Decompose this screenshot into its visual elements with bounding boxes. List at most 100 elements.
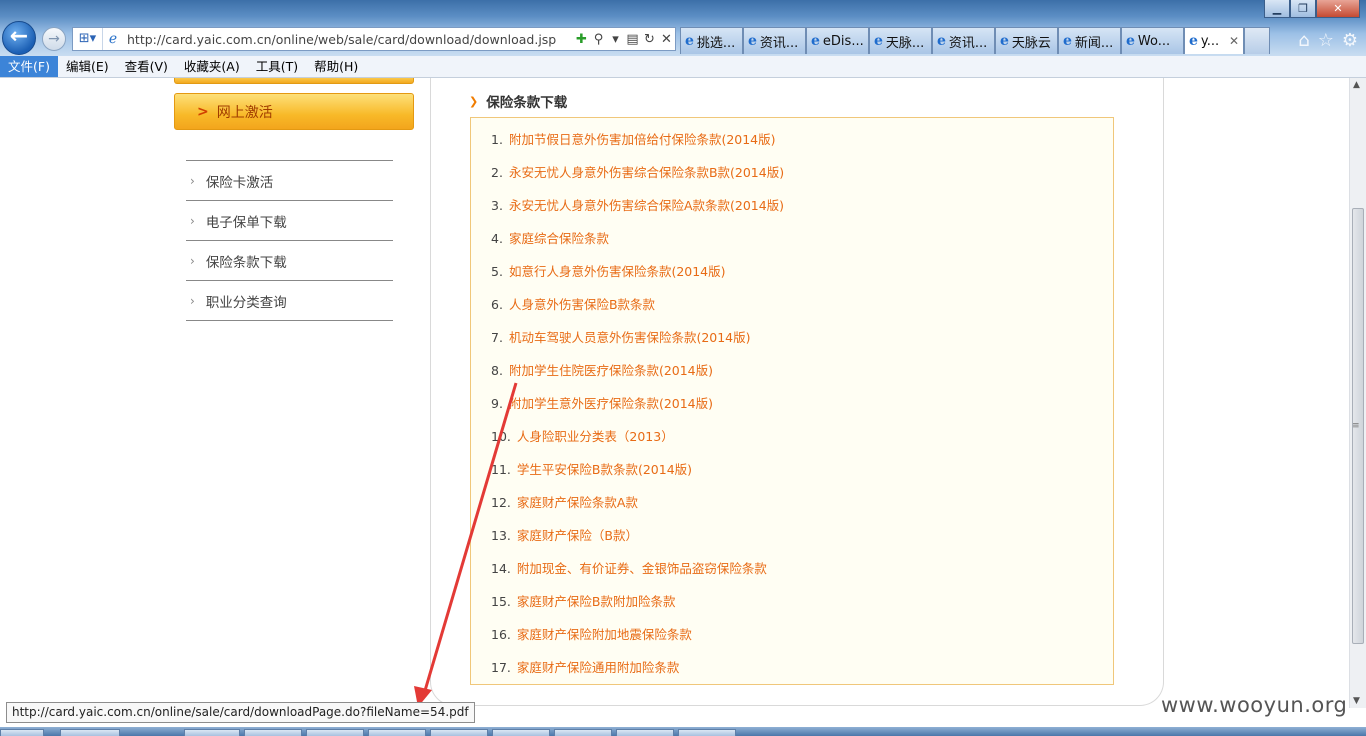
tab-7[interactable]: e Wo...: [1121, 27, 1184, 54]
compatibility-view-icon[interactable]: ⊞▾: [73, 28, 103, 50]
tab-0[interactable]: e 挑选...: [680, 27, 743, 54]
url-text[interactable]: http://card.yaic.com.cn/online/web/sale/…: [123, 32, 573, 47]
scroll-grip-icon: ≡: [1352, 421, 1360, 431]
sidebar-item-occupation-query[interactable]: › 职业分类查询: [186, 281, 393, 321]
doc-number: 15.: [491, 594, 511, 609]
doc-link[interactable]: 人身险职业分类表（2013）: [517, 429, 674, 444]
list-item: 16. 家庭财产保险附加地震保险条款: [491, 624, 692, 643]
close-window-icon[interactable]: ✕: [1316, 0, 1360, 18]
tab-label: eDis...: [822, 33, 864, 49]
stop-icon[interactable]: ✕: [658, 32, 675, 47]
doc-number: 11.: [491, 462, 511, 477]
refresh-icon[interactable]: ↻: [641, 32, 658, 47]
doc-link[interactable]: 附加节假日意外伤害加倍给付保险条款(2014版): [509, 132, 776, 147]
doc-link[interactable]: 家庭财产保险通用附加险条款: [517, 660, 680, 675]
menu-file[interactable]: 文件(F): [0, 56, 58, 77]
tab-5[interactable]: e 天脉云: [995, 27, 1058, 54]
watermark: www.wooyun.org: [1161, 693, 1348, 717]
doc-link[interactable]: 附加学生住院医疗保险条款(2014版): [509, 363, 713, 378]
vertical-scrollbar[interactable]: ▲ ≡ ▼: [1349, 78, 1366, 708]
ie-tab-icon: e: [1189, 33, 1198, 49]
doc-link[interactable]: 家庭财产保险（B款）: [517, 528, 638, 543]
doc-link[interactable]: 机动车驾驶人员意外伤害保险条款(2014版): [509, 330, 751, 345]
taskbar-button[interactable]: [678, 729, 736, 736]
doc-link[interactable]: 永安无忧人身意外伤害综合保险条款B款(2014版): [509, 165, 784, 180]
menu-view[interactable]: 查看(V): [117, 56, 176, 77]
ie-tab-icon: e: [1126, 33, 1135, 49]
taskbar-start-icon[interactable]: [0, 729, 44, 736]
doc-number: 12.: [491, 495, 511, 510]
address-bar[interactable]: ⊞▾ ℯ http://card.yaic.com.cn/online/web/…: [72, 27, 676, 51]
doc-link[interactable]: 学生平安保险B款条款(2014版): [517, 462, 692, 477]
doc-number: 3.: [491, 198, 503, 213]
tab-1[interactable]: e 资讯...: [743, 27, 806, 54]
compat-page-icon[interactable]: ▤: [624, 32, 641, 47]
doc-link[interactable]: 附加学生意外医疗保险条款(2014版): [509, 396, 713, 411]
sidebar-item-clause-download[interactable]: › 保险条款下载: [186, 241, 393, 281]
list-item: 4. 家庭综合保险条款: [491, 228, 609, 247]
star-icon[interactable]: ☆: [1318, 30, 1334, 51]
sidebar-menu: › 保险卡激活 › 电子保单下载 › 保险条款下载 › 职业分类查询: [186, 160, 393, 321]
status-url-tooltip: http://card.yaic.com.cn/online/sale/card…: [6, 702, 475, 723]
back-arrow-icon[interactable]: ←: [2, 21, 36, 55]
sidebar-item-e-policy-download[interactable]: › 电子保单下载: [186, 201, 393, 241]
close-tab-icon[interactable]: ✕: [1229, 34, 1239, 48]
taskbar-button[interactable]: [492, 729, 550, 736]
doc-link[interactable]: 永安无忧人身意外伤害综合保险A款条款(2014版): [509, 198, 784, 213]
doc-number: 17.: [491, 660, 511, 675]
browser-toolbar-icons: ⌂ ☆ ⚙: [1298, 30, 1358, 51]
taskbar-button[interactable]: [368, 729, 426, 736]
doc-link[interactable]: 家庭综合保险条款: [509, 231, 609, 246]
restore-icon[interactable]: ❐: [1290, 0, 1316, 18]
doc-number: 10.: [491, 429, 511, 444]
scroll-up-icon[interactable]: ▲: [1353, 80, 1360, 90]
taskbar: [0, 727, 1366, 736]
tab-8-active[interactable]: e y... ✕: [1184, 27, 1244, 54]
add-on-icon[interactable]: ✚: [573, 32, 590, 47]
doc-link[interactable]: 如意行人身意外伤害保险条款(2014版): [509, 264, 726, 279]
forward-arrow-icon[interactable]: →: [42, 27, 66, 51]
list-item: 2. 永安无忧人身意外伤害综合保险条款B款(2014版): [491, 162, 784, 181]
doc-number: 5.: [491, 264, 503, 279]
menu-bar: 文件(F) 编辑(E) 查看(V) 收藏夹(A) 工具(T) 帮助(H): [0, 56, 1366, 78]
sidebar-active-label: 网上激活: [216, 104, 273, 121]
taskbar-button[interactable]: [244, 729, 302, 736]
doc-link[interactable]: 附加现金、有价证券、金银饰品盗窃保险条款: [517, 561, 767, 576]
search-icon[interactable]: ⚲: [590, 32, 607, 47]
gear-icon[interactable]: ⚙: [1342, 30, 1358, 51]
chevron-right-icon: ›: [190, 173, 195, 188]
sidebar-active-online-activation[interactable]: > 网上激活: [174, 93, 414, 130]
taskbar-button[interactable]: [554, 729, 612, 736]
sidebar-item-card-activation[interactable]: › 保险卡激活: [186, 161, 393, 201]
doc-number: 7.: [491, 330, 503, 345]
list-item: 5. 如意行人身意外伤害保险条款(2014版): [491, 261, 726, 280]
home-icon[interactable]: ⌂: [1298, 30, 1309, 51]
menu-tools[interactable]: 工具(T): [248, 56, 306, 77]
menu-help[interactable]: 帮助(H): [306, 56, 366, 77]
taskbar-button[interactable]: [616, 729, 674, 736]
menu-edit[interactable]: 编辑(E): [58, 56, 117, 77]
minimize-icon[interactable]: ▁: [1264, 0, 1290, 18]
tab-3[interactable]: e 天脉...: [869, 27, 932, 54]
doc-link[interactable]: 家庭财产保险条款A款: [517, 495, 638, 510]
doc-link[interactable]: 人身意外伤害保险B款条款: [509, 297, 655, 312]
taskbar-button[interactable]: [430, 729, 488, 736]
dropdown-icon[interactable]: ▾: [607, 32, 624, 47]
menu-favorites[interactable]: 收藏夹(A): [176, 56, 248, 77]
tab-6[interactable]: e 新闻...: [1058, 27, 1121, 54]
taskbar-button[interactable]: [306, 729, 364, 736]
list-item: 9. 附加学生意外医疗保险条款(2014版): [491, 393, 713, 412]
chevron-right-icon: ›: [190, 213, 195, 228]
list-item: 6. 人身意外伤害保险B款条款: [491, 294, 655, 313]
sidebar-item-label: 电子保单下载: [205, 214, 287, 231]
taskbar-button[interactable]: [184, 729, 240, 736]
tab-label: 天脉...: [885, 35, 925, 51]
taskbar-button[interactable]: [60, 729, 120, 736]
doc-link[interactable]: 家庭财产保险B款附加险条款: [517, 594, 676, 609]
tab-4[interactable]: e 资讯...: [932, 27, 995, 54]
list-item: 15. 家庭财产保险B款附加险条款: [491, 591, 675, 610]
doc-link[interactable]: 家庭财产保险附加地震保险条款: [517, 627, 692, 642]
tab-2[interactable]: e eDis...: [806, 27, 869, 54]
new-tab-button[interactable]: [1244, 27, 1270, 54]
scroll-down-icon[interactable]: ▼: [1353, 696, 1360, 706]
